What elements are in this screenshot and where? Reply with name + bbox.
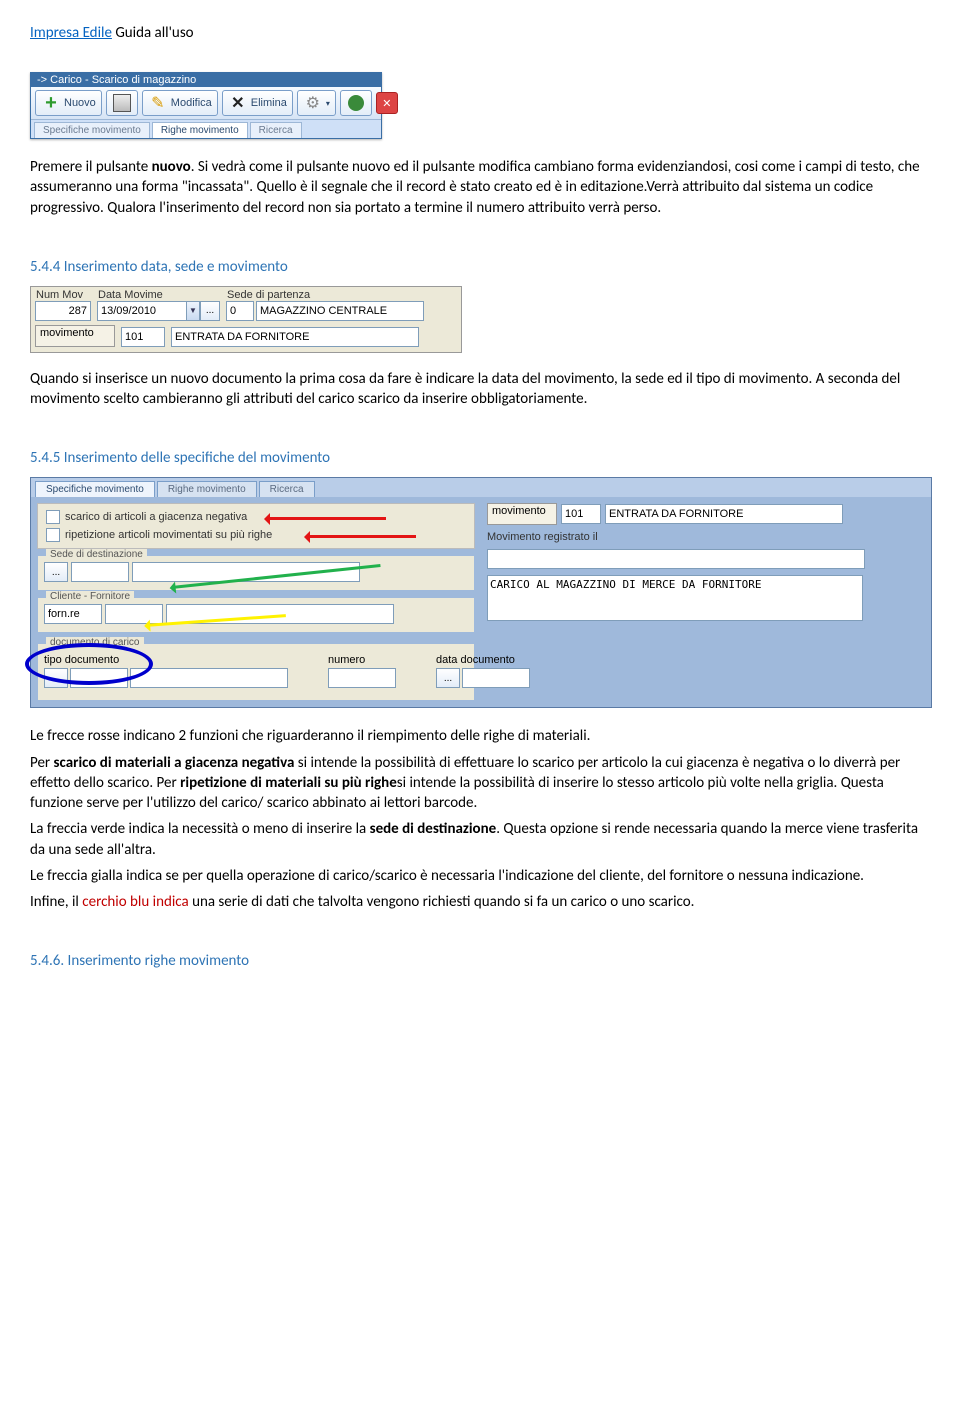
delete-icon: ✕ xyxy=(228,93,248,113)
tab-righe[interactable]: Righe movimento xyxy=(152,122,248,138)
numero-label: numero xyxy=(328,654,396,666)
elimina-label: Elimina xyxy=(251,97,287,109)
red-arrow-1 xyxy=(266,517,386,520)
clifor-code-input[interactable] xyxy=(105,604,163,624)
doc-header-rest: Guida all'uso xyxy=(112,24,194,42)
datadoc-label: data documento xyxy=(436,654,530,666)
misc-button[interactable] xyxy=(340,90,372,116)
sede-code-input[interactable] xyxy=(226,301,254,321)
toolbar-window: -> Carico - Scarico di magazzino + Nuovo… xyxy=(30,72,382,139)
pencil-icon: ✎ xyxy=(148,93,168,113)
sede-dest-lookup-button[interactable]: ... xyxy=(44,562,68,582)
heading-544: 5.4.4 Inserimento data, sede e movimento xyxy=(30,258,930,276)
right-mov-label: movimento xyxy=(487,503,557,525)
sede-desc-input[interactable] xyxy=(256,301,424,321)
sede-dest-code-input[interactable] xyxy=(71,562,129,582)
paragraph-3a: Le frecce rosse indicano 2 funzioni che … xyxy=(30,726,930,746)
clifor-type-input[interactable] xyxy=(44,604,102,624)
paragraph-4: La freccia verde indica la necessità o m… xyxy=(30,819,930,860)
tab-specifiche-2[interactable]: Specifiche movimento xyxy=(35,481,155,497)
data-mov-input[interactable] xyxy=(97,301,187,321)
tab-specifiche[interactable]: Specifiche movimento xyxy=(34,122,150,138)
num-mov-label: Num Mov xyxy=(35,289,91,301)
paragraph-6: Infine, il cerchio blu indica una serie … xyxy=(30,892,930,912)
movimento-label: movimento xyxy=(35,325,115,347)
doc-header-link[interactable]: Impresa Edile xyxy=(30,24,112,42)
gear-icon: ⚙ xyxy=(303,93,323,113)
numero-input[interactable] xyxy=(328,668,396,688)
paragraph-3b: Per scarico di materiali a giacenza nega… xyxy=(30,753,930,814)
movimento-code-input[interactable] xyxy=(121,327,165,347)
elimina-button[interactable]: ✕ Elimina xyxy=(222,90,293,116)
modifica-label: Modifica xyxy=(171,97,212,109)
specifiche-panel: Specifiche movimento Righe movimento Ric… xyxy=(30,477,932,708)
paragraph-2: Quando si inserisce un nuovo documento l… xyxy=(30,369,930,410)
close-button[interactable]: ✕ xyxy=(376,92,398,114)
tipodoc-desc-input[interactable] xyxy=(130,668,288,688)
right-mov-code-input[interactable] xyxy=(561,504,601,524)
clifor-group-title: Cliente - Fornitore xyxy=(46,591,134,602)
modifica-button[interactable]: ✎ Modifica xyxy=(142,90,218,116)
date-picker-button[interactable]: ... xyxy=(200,301,220,321)
right-note-textarea[interactable] xyxy=(487,575,863,621)
datadoc-picker-button[interactable]: ... xyxy=(436,668,460,688)
save-icon xyxy=(112,93,132,113)
tab-righe-2[interactable]: Righe movimento xyxy=(157,481,257,497)
paragraph-1: Premere il pulsante nuovo. Si vedrà come… xyxy=(30,157,930,218)
blue-circle xyxy=(25,643,153,685)
check-giacenza-negativa[interactable] xyxy=(46,510,60,524)
right-reg-input[interactable] xyxy=(487,549,865,569)
nuovo-label: Nuovo xyxy=(64,97,96,109)
plus-icon: + xyxy=(41,93,61,113)
toolbar-buttons-row: + Nuovo ✎ Modifica ✕ Elimina ⚙ ▾ ✕ xyxy=(31,87,381,120)
red-arrow-2 xyxy=(306,535,416,538)
right-reg-label: Movimento registrato il xyxy=(487,531,598,543)
data-mov-label: Data Movime xyxy=(97,289,220,301)
settings-button[interactable]: ⚙ ▾ xyxy=(297,90,336,116)
grapes-icon xyxy=(346,93,366,113)
num-mov-input[interactable] xyxy=(35,301,91,321)
header-fields-panel: Num Mov Data Movime ▼ ... Sede di parten… xyxy=(30,286,462,353)
heading-546: 5.4.6. Inserimento righe movimento xyxy=(30,952,930,970)
sede-dest-group-title: Sede di destinazione xyxy=(46,549,147,560)
heading-545: 5.4.5 Inserimento delle specifiche del m… xyxy=(30,449,930,467)
tab-ricerca-2[interactable]: Ricerca xyxy=(259,481,315,497)
toolbar-title: -> Carico - Scarico di magazzino xyxy=(31,73,381,87)
check-ripetizione[interactable] xyxy=(46,528,60,542)
check-giacenza-label: scarico di articoli a giacenza negativa xyxy=(65,511,247,523)
paragraph-5: Le freccia gialla indica se per quella o… xyxy=(30,866,930,886)
tab-ricerca[interactable]: Ricerca xyxy=(250,122,302,138)
close-icon: ✕ xyxy=(376,92,398,114)
check-ripetizione-label: ripetizione articoli movimentati su più … xyxy=(65,529,272,541)
nuovo-button[interactable]: + Nuovo xyxy=(35,90,102,116)
doc-header: Impresa Edile Guida all'uso xyxy=(30,24,930,42)
datadoc-input[interactable] xyxy=(462,668,530,688)
movimento-desc-input[interactable] xyxy=(171,327,419,347)
right-mov-desc-input[interactable] xyxy=(605,504,843,524)
sede-label: Sede di partenza xyxy=(226,289,424,301)
date-dropdown-icon[interactable]: ▼ xyxy=(187,301,200,321)
save-button[interactable] xyxy=(106,90,138,116)
toolbar-tabs: Specifiche movimento Righe movimento Ric… xyxy=(31,120,381,138)
